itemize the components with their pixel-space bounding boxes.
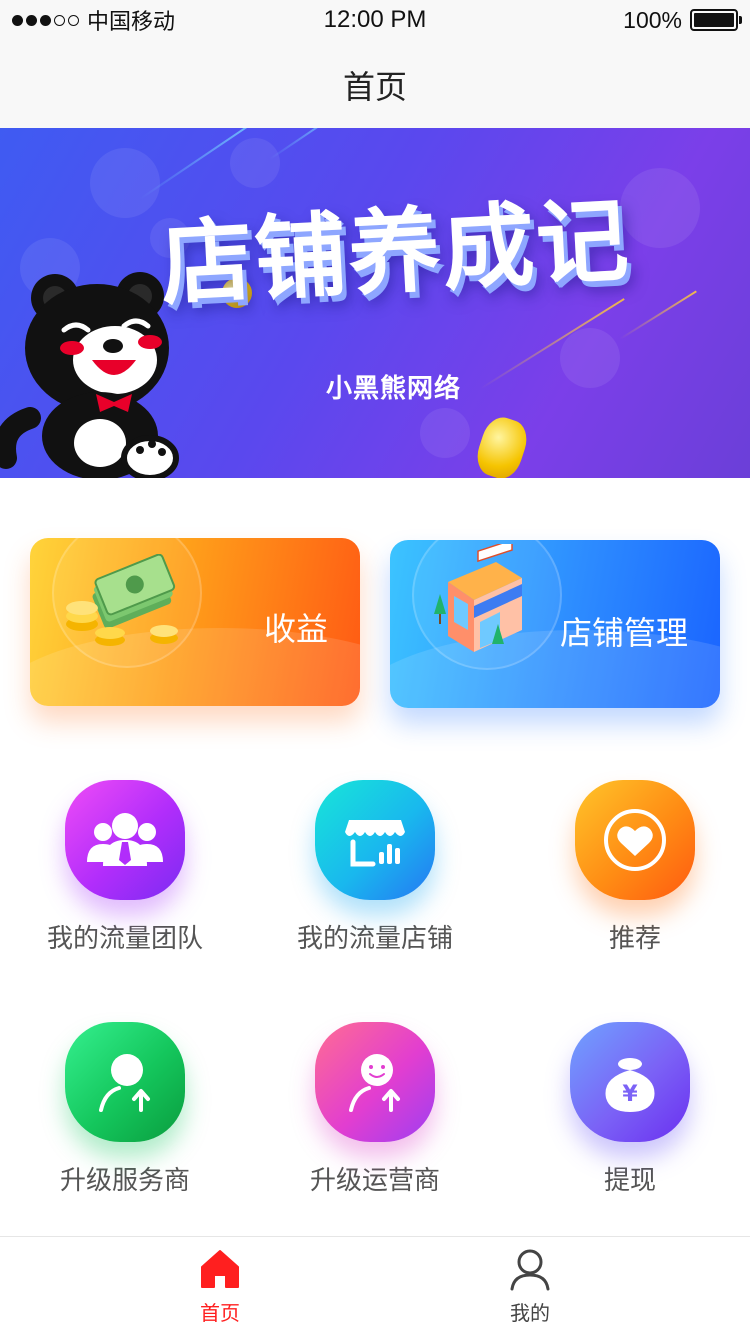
grid-item-label: 升级服务商 [59,1166,190,1196]
grid-item-upgrade-provider[interactable]: 升级服务商 [0,1022,250,1197]
banner-title: 店铺养成记 [157,186,633,319]
status-right: 100% [623,6,742,34]
smile-upgrade-icon [315,1022,435,1142]
bear-mascot-icon [0,272,179,478]
promo-banner[interactable]: 店铺养成记 小黑熊网络 [0,128,750,478]
grid-item-label: 我的流量团队 [46,924,203,954]
tab-me[interactable]: 我的 [470,1247,590,1326]
battery-percent: 100% [623,6,682,33]
grid-item-upgrade-operator[interactable]: 升级运营商 [250,1022,500,1197]
team-icon [65,780,185,900]
income-card-label: 收益 [264,610,329,648]
grid-item-label: 提现 [603,1166,656,1196]
page-title: 首页 [342,68,407,106]
battery-icon [690,9,742,31]
shop-building-icon [434,544,522,652]
coin-icon [471,412,533,478]
grid-item-label: 推荐 [608,924,661,954]
user-upgrade-icon [65,1022,185,1142]
heart-icon [575,780,695,900]
grid-item-withdraw[interactable]: ¥ 提现 [505,1022,750,1197]
home-icon [201,1250,239,1288]
banner-subtitle: 小黑熊网络 [326,374,462,404]
navigation-bar: 首页 [0,40,750,128]
person-icon [510,1249,550,1291]
grid-item-traffic-store[interactable]: 我的流量店铺 [250,780,500,955]
shop-management-card[interactable]: 店铺管理 [390,540,720,708]
tab-home[interactable]: 首页 [160,1247,280,1326]
tab-label: 我的 [510,1301,550,1325]
grid-item-label: 我的流量店铺 [296,924,453,954]
status-bar: 中国移动 12:00 PM 100% [0,0,750,40]
shop-card-label: 店铺管理 [560,614,689,652]
grid-item-recommend[interactable]: 推荐 [510,780,750,955]
grid-item-traffic-team[interactable]: 我的流量团队 [0,780,250,955]
grid-item-label: 升级运营商 [309,1166,440,1196]
tab-label: 首页 [200,1301,240,1325]
money-bag-icon: ¥ [570,1022,690,1142]
svg-text:¥: ¥ [622,1082,638,1107]
income-card[interactable]: 收益 [30,538,360,706]
money-stack-icon [66,554,178,646]
tab-bar: 首页 我的 [0,1236,750,1334]
store-stats-icon [315,780,435,900]
